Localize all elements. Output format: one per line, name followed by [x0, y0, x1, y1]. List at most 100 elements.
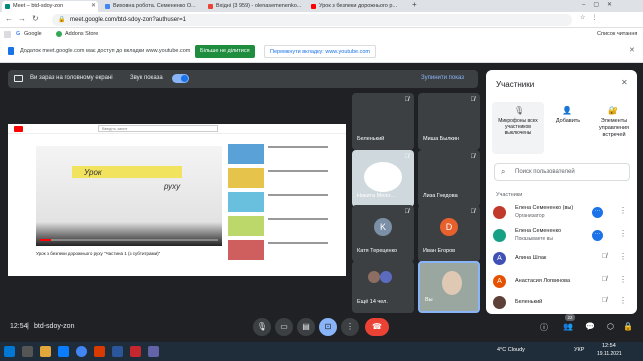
address-bar[interactable]: 🔒 meet.google.com/btd-sdoy-zon?authuser=…	[52, 14, 572, 26]
apps-icon[interactable]	[4, 31, 11, 38]
search-icon: ⌕	[501, 167, 506, 176]
avatar	[493, 229, 506, 242]
tab-meet[interactable]: Meet – btd-sdoy-zon ✕	[2, 1, 98, 12]
participant-tile[interactable]: 🎙̸ Беленький	[352, 93, 414, 150]
avatar: D	[440, 218, 458, 236]
youtube-search: Введіть запит	[98, 125, 218, 132]
app-icon[interactable]	[130, 346, 141, 357]
clock-time[interactable]: 12:54	[602, 343, 616, 349]
close-icon[interactable]: ✕	[621, 78, 628, 87]
back-icon[interactable]: ←	[5, 14, 13, 23]
window-controls[interactable]: –▢✕	[582, 1, 620, 8]
more-options-icon[interactable]: ⋮	[619, 229, 627, 238]
present-button[interactable]: ⊡	[319, 318, 337, 336]
chrome-icon[interactable]	[76, 346, 87, 357]
more-options-button[interactable]: ⋮	[341, 318, 359, 336]
stop-sharing-button[interactable]: Більше не ділитися	[195, 45, 255, 58]
presenting-bar: Ви зараз на головному екрані Звук показа…	[8, 70, 478, 88]
participant-row[interactable]: А Анастасия Логвинова 🎙̸ ⋮	[486, 271, 637, 293]
meeting-time: 12:54	[10, 323, 28, 330]
google-icon: G	[16, 31, 21, 37]
weather-widget[interactable]: 4°C Cloudy	[497, 347, 525, 353]
folder-icon[interactable]	[40, 346, 51, 357]
clock-date[interactable]: 19.11.2021	[597, 351, 622, 357]
lock-person-icon: 🔐	[608, 106, 618, 115]
tab-strip: Meet – btd-sdoy-zon ✕ Виховна робота. Сем…	[0, 0, 643, 12]
captions-button[interactable]: ▤	[297, 318, 315, 336]
switch-tab-button[interactable]: Перемкнути вкладку: www.youtube.com	[264, 45, 376, 58]
youtube-icon	[311, 4, 316, 9]
search-people-input[interactable]: ⌕ Поиск пользователей	[494, 163, 630, 181]
bookmark-google[interactable]: Google	[24, 31, 42, 37]
avatar: А	[493, 275, 506, 288]
participant-tile[interactable]: K 🎙̸ Катя Тереценко	[352, 205, 414, 262]
mic-off-icon: 🎙̸	[601, 276, 607, 283]
reading-list[interactable]: Список читання	[597, 31, 637, 37]
self-tile[interactable]: Вы	[418, 261, 480, 313]
mic-button[interactable]: 🎙	[253, 318, 271, 336]
language-indicator[interactable]: УКР	[574, 347, 584, 353]
participant-row[interactable]: Елена Семененко (вы) Организатор ··· ⋮	[486, 202, 637, 224]
docs-icon	[105, 4, 110, 9]
more-options-icon[interactable]: ⋮	[619, 206, 627, 215]
avatar	[380, 271, 392, 283]
mute-all-button[interactable]: 🎙 Микрофоны всех участников выключены	[492, 102, 544, 154]
mic-off-icon: 🎙̸	[404, 97, 410, 103]
add-people-button[interactable]: 👤 Добавить	[548, 102, 588, 142]
participant-tile[interactable]: 🎙̸ Лиза Гнедова	[418, 150, 480, 207]
share-icon	[8, 47, 14, 55]
tab-gmail[interactable]: Вхідні (3 959) - olenasemenenko...	[205, 1, 305, 12]
more-options-icon[interactable]: ⋮	[619, 296, 627, 305]
mic-off-icon: 🎙̸	[470, 209, 476, 215]
close-icon[interactable]: ✕	[629, 46, 635, 54]
video-frame: Урок руху	[36, 146, 222, 246]
windows-start-icon[interactable]	[4, 346, 15, 357]
tab-school[interactable]: Виховна робота. Семененко О...	[102, 1, 202, 12]
shared-screen: Введіть запит Урок руху Урок з безпеки д…	[8, 124, 346, 276]
meeting-controls-button[interactable]: 🔐 Элементы управления встречей	[592, 102, 636, 148]
participant-tile[interactable]: D 🎙̸ Иван Егоров	[418, 205, 480, 262]
mic-off-icon: 🎙̸	[601, 297, 607, 304]
bookmark-store[interactable]: Addons Store	[65, 31, 98, 37]
stop-presenting-button[interactable]: Зупинити показ	[421, 75, 464, 81]
leave-call-button[interactable]: ☎	[365, 318, 389, 336]
powerpoint-icon[interactable]	[94, 346, 105, 357]
sharing-infobar: Додаток meet.google.com має доступ до вк…	[0, 41, 643, 63]
store-icon	[56, 31, 62, 37]
meeting-code: btd-sdoy-zon	[34, 323, 75, 330]
tab-youtube[interactable]: Урок з безпеки дорожнього р...	[308, 1, 408, 12]
mic-off-icon: 🎙̸	[470, 154, 476, 160]
meet-icon	[5, 4, 10, 9]
forward-icon[interactable]: →	[18, 14, 26, 23]
activities-icon[interactable]: ⬡	[607, 322, 614, 331]
people-icon[interactable]: 👥	[563, 322, 573, 331]
toolbar-icons[interactable]: ☆⋮	[580, 14, 640, 26]
close-icon[interactable]: ✕	[91, 1, 96, 12]
gmail-icon	[208, 4, 213, 9]
participant-row[interactable]: А Алина Шлак 🎙̸ ⋮	[486, 248, 637, 270]
word-icon[interactable]	[112, 346, 123, 357]
participant-tile[interactable]: 🎙̸ Миша Былкин	[418, 93, 480, 150]
more-participants-tile[interactable]: Ещё 14 чел.	[352, 261, 414, 313]
mic-off-icon: 🎙	[514, 106, 525, 115]
app-icon[interactable]	[148, 346, 159, 357]
info-icon[interactable]: ⓘ	[540, 322, 548, 333]
participant-row[interactable]: Елена Семененко Показываете вы ··· ⋮	[486, 225, 637, 247]
lock-icon[interactable]: 🔒	[623, 322, 633, 331]
participants-panel: Участники ✕ 🎙 Микрофоны всех участников …	[486, 70, 637, 314]
more-options-icon[interactable]: ⋮	[619, 252, 627, 261]
mic-off-icon: 🎙̸	[470, 97, 476, 103]
search-icon[interactable]	[22, 346, 33, 357]
more-options-icon[interactable]: ⋮	[619, 275, 627, 284]
sound-toggle[interactable]	[172, 74, 189, 83]
chat-icon[interactable]: 💬	[585, 322, 595, 331]
youtube-logo	[14, 126, 23, 132]
edge-icon[interactable]	[58, 346, 69, 357]
reload-icon[interactable]: ↻	[32, 14, 39, 23]
participant-row[interactable]: Беленький 🎙̸ ⋮	[486, 292, 637, 314]
new-tab-button[interactable]: +	[412, 0, 417, 9]
panel-title: Участники	[496, 80, 535, 89]
avatar	[493, 296, 506, 309]
camera-button[interactable]: ▭	[275, 318, 293, 336]
participant-tile[interactable]: 🎙̸ Никита Мело...	[352, 150, 414, 207]
